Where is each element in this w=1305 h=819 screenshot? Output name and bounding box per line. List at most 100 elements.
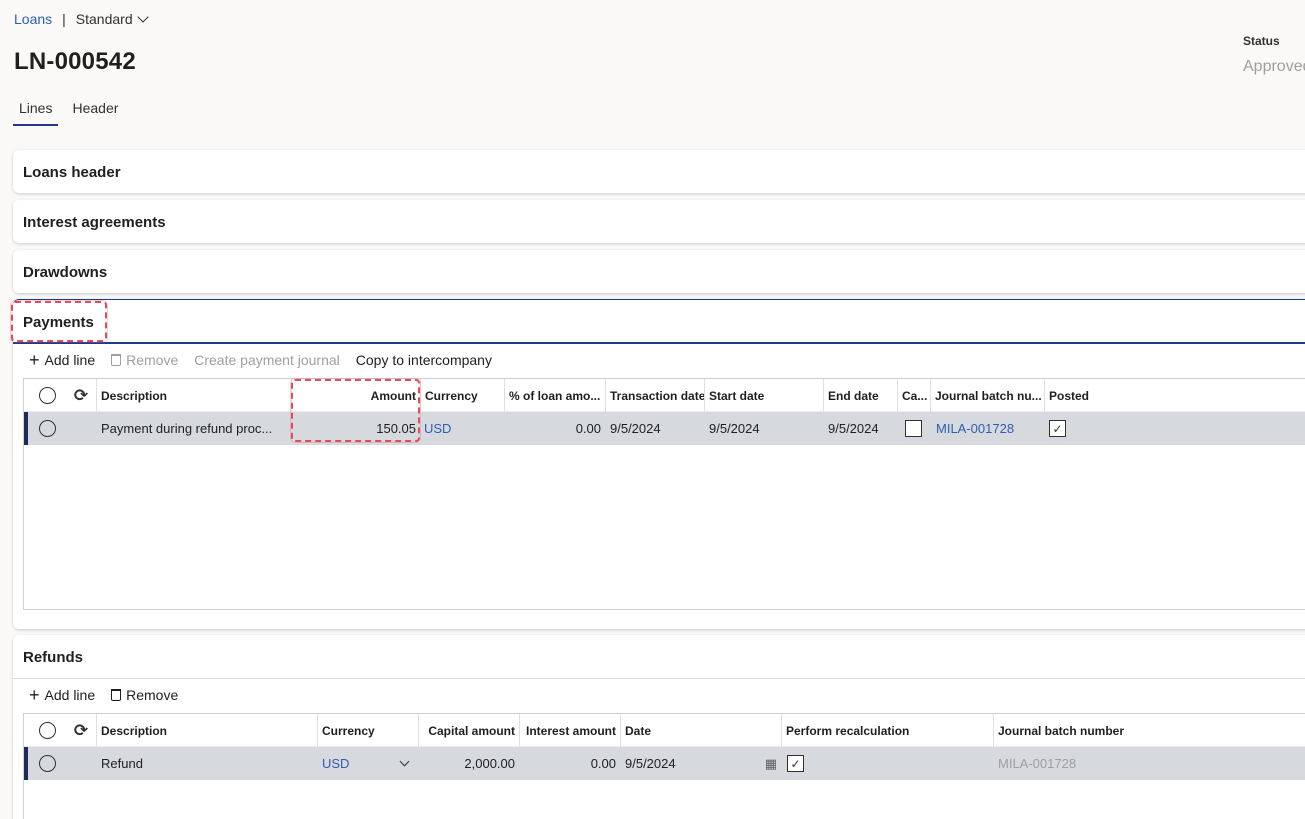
breadcrumb-separator: | <box>62 11 66 27</box>
cell-description[interactable]: Refund <box>96 747 317 780</box>
refunds-grid: ⟳ Description Currency Capital amount In… <box>23 713 1305 819</box>
payments-toolbar: + Add line Remove Create payment journal… <box>29 350 492 370</box>
loans-header-section: Loans header <box>13 150 1305 193</box>
status-value: Approved <box>1243 58 1305 75</box>
check-icon: ✓ <box>790 756 801 771</box>
col-capital-amount[interactable]: Capital amount <box>418 714 519 747</box>
ca-checkbox[interactable] <box>905 420 922 437</box>
circle-icon <box>38 755 56 772</box>
interest-agreements-section: Interest agreements <box>13 200 1305 243</box>
select-all-radio[interactable] <box>32 379 62 412</box>
loans-header-section-title[interactable]: Loans header <box>13 150 1305 194</box>
cell-date: 9/5/2024 <box>625 756 676 771</box>
payments-remove-label: Remove <box>126 352 179 368</box>
col-description[interactable]: Description <box>96 714 317 747</box>
cell-currency[interactable]: USD <box>420 412 504 445</box>
col-currency[interactable]: Currency <box>420 379 504 412</box>
refunds-section: Refunds + Add line Remove ⟳ Description … <box>13 635 1305 819</box>
payments-section: Payments + Add line Remove Create paymen… <box>13 299 1305 629</box>
cell-posted[interactable]: ✓ <box>1044 412 1084 445</box>
payments-add-line-button[interactable]: + Add line <box>29 350 96 370</box>
col-currency[interactable]: Currency <box>317 714 418 747</box>
currency-dropdown[interactable]: USD <box>317 747 418 780</box>
refresh-button[interactable]: ⟳ <box>66 379 96 412</box>
status-label: Status <box>1243 34 1280 48</box>
breadcrumb-loans-link[interactable]: Loans <box>14 11 52 27</box>
refresh-icon: ⟳ <box>73 385 89 405</box>
col-pct-loan[interactable]: % of loan amo... <box>504 379 605 412</box>
circle-icon <box>38 420 56 437</box>
payments-add-line-label: Add line <box>44 352 96 368</box>
col-start-date[interactable]: Start date <box>704 379 823 412</box>
interest-agreements-section-title[interactable]: Interest agreements <box>13 200 1305 244</box>
payments-remove-button[interactable]: Remove <box>111 352 178 368</box>
cell-pct-loan[interactable]: 0.00 <box>504 412 605 445</box>
payments-grid-header: ⟳ Description Amount Currency % of loan … <box>24 379 1305 412</box>
refunds-remove-button[interactable]: Remove <box>111 687 178 703</box>
refunds-add-line-button[interactable]: + Add line <box>29 685 96 705</box>
trash-icon <box>111 354 122 366</box>
cell-amount[interactable]: 150.05 <box>291 412 420 445</box>
refunds-divider <box>13 678 1305 679</box>
refunds-grid-header: ⟳ Description Currency Capital amount In… <box>24 714 1305 747</box>
cell-transaction-date[interactable]: 9/5/2024 <box>605 412 704 445</box>
col-date[interactable]: Date <box>620 714 781 747</box>
col-description[interactable]: Description <box>96 379 291 412</box>
cell-end-date[interactable]: 9/5/2024 <box>823 412 897 445</box>
col-posted[interactable]: Posted <box>1044 379 1305 412</box>
plus-icon: + <box>29 685 40 705</box>
select-all-radio[interactable] <box>32 714 62 747</box>
col-perform-recalculation[interactable]: Perform recalculation <box>781 714 993 747</box>
col-journal-batch[interactable]: Journal batch number <box>993 714 1305 747</box>
refunds-add-line-label: Add line <box>44 687 96 703</box>
refunds-toolbar: + Add line Remove <box>29 685 178 705</box>
perform-recalculation-checkbox[interactable]: ✓ <box>787 755 804 772</box>
table-row[interactable]: Payment during refund proc... 150.05 USD… <box>24 412 1305 445</box>
plus-icon: + <box>29 350 40 370</box>
currency-value: USD <box>322 756 350 771</box>
refresh-button[interactable]: ⟳ <box>66 714 96 747</box>
calendar-icon[interactable]: ▦ <box>765 756 777 772</box>
col-journal-batch[interactable]: Journal batch nu... <box>930 379 1044 412</box>
payments-grid: ⟳ Description Amount Currency % of loan … <box>23 378 1305 610</box>
breadcrumb: Loans | Standard <box>14 11 149 27</box>
drawdowns-section-title[interactable]: Drawdowns <box>13 250 1305 294</box>
create-payment-journal-button[interactable]: Create payment journal <box>194 352 340 368</box>
tab-header[interactable]: Header <box>66 98 124 126</box>
payments-section-title[interactable]: Payments <box>13 300 1305 344</box>
check-icon: ✓ <box>1052 421 1063 436</box>
view-selector-label: Standard <box>75 11 133 27</box>
col-amount[interactable]: Amount <box>291 379 420 412</box>
copy-to-intercompany-button[interactable]: Copy to intercompany <box>356 352 492 368</box>
col-transaction-date[interactable]: Transaction date <box>605 379 704 412</box>
col-interest-amount[interactable]: Interest amount <box>519 714 620 747</box>
table-row[interactable]: Refund USD 2,000.00 0.00 9/5/2024 ▦ ✓ MI… <box>24 747 1305 780</box>
currency-link[interactable]: USD <box>424 421 451 436</box>
circle-icon <box>38 387 56 404</box>
refunds-remove-label: Remove <box>126 687 179 703</box>
row-select-radio[interactable] <box>32 747 62 780</box>
cell-journal-batch[interactable]: MILA-001728 <box>930 412 1044 445</box>
cell-ca[interactable] <box>897 412 930 445</box>
circle-icon <box>38 722 56 739</box>
drawdowns-section: Drawdowns <box>13 250 1305 293</box>
row-select-radio[interactable] <box>32 412 62 445</box>
payments-divider <box>13 342 1305 344</box>
posted-checkbox[interactable]: ✓ <box>1049 420 1066 437</box>
cell-start-date[interactable]: 9/5/2024 <box>704 412 823 445</box>
col-end-date[interactable]: End date <box>823 379 897 412</box>
refunds-section-title[interactable]: Refunds <box>13 635 1305 679</box>
tab-lines[interactable]: Lines <box>13 98 59 126</box>
cell-capital-amount[interactable]: 2,000.00 <box>418 747 519 780</box>
col-ca[interactable]: Ca... <box>897 379 930 412</box>
page-title: LN-000542 <box>14 48 136 75</box>
tab-strip: Lines Header <box>13 98 132 126</box>
cell-perform-recalculation[interactable]: ✓ <box>781 747 993 780</box>
view-selector[interactable]: Standard <box>75 11 149 27</box>
trash-icon <box>111 689 122 701</box>
refresh-icon: ⟳ <box>73 720 89 740</box>
date-picker-field[interactable]: 9/5/2024 ▦ <box>620 747 781 780</box>
journal-batch-link[interactable]: MILA-001728 <box>936 421 1014 436</box>
cell-description[interactable]: Payment during refund proc... <box>96 412 291 445</box>
cell-interest-amount[interactable]: 0.00 <box>519 747 620 780</box>
